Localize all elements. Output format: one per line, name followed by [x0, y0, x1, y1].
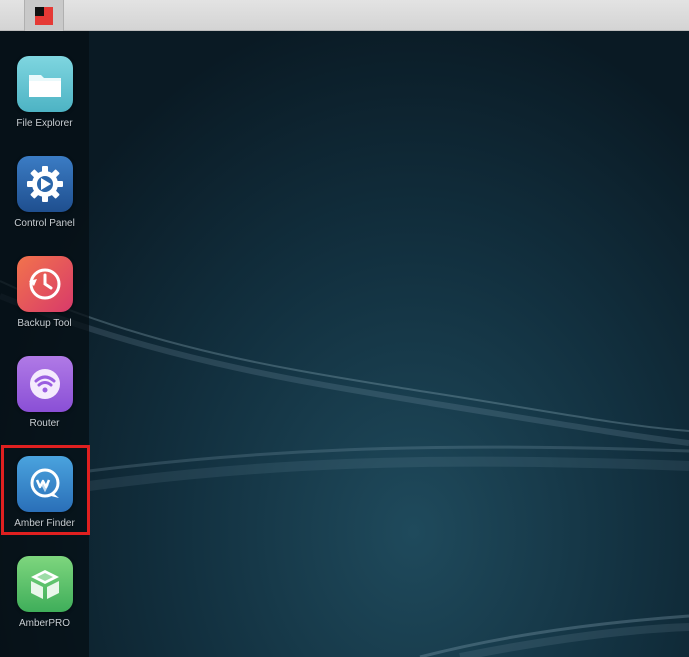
- app-amber-finder[interactable]: Amber Finder: [0, 456, 89, 546]
- start-button[interactable]: [24, 0, 64, 31]
- app-label: Backup Tool: [17, 318, 72, 329]
- desktop-background: [0, 31, 689, 657]
- folder-icon: [16, 56, 73, 112]
- cube-icon: [16, 556, 73, 612]
- app-sidebar: File Explorer Control Panel Backup Tool …: [0, 31, 89, 657]
- app-label: File Explorer: [16, 118, 73, 129]
- grid-logo-icon: [35, 6, 53, 25]
- wallpaper-waves: [0, 280, 689, 657]
- app-router[interactable]: Router: [0, 356, 89, 446]
- app-label: Amber Finder: [14, 518, 75, 529]
- app-amberpro[interactable]: AmberPRO: [0, 556, 89, 646]
- app-file-explorer[interactable]: File Explorer: [0, 56, 89, 146]
- clock-history-icon: [16, 256, 73, 312]
- app-backup-tool[interactable]: Backup Tool: [0, 256, 89, 346]
- app-control-panel[interactable]: Control Panel: [0, 156, 89, 246]
- gear-icon: [16, 156, 73, 212]
- wifi-icon: [16, 356, 73, 412]
- chat-search-icon: [16, 456, 73, 512]
- app-label: AmberPRO: [18, 618, 71, 629]
- app-label: Router: [29, 418, 60, 429]
- app-label: Control Panel: [14, 218, 75, 229]
- taskbar: [0, 0, 689, 31]
